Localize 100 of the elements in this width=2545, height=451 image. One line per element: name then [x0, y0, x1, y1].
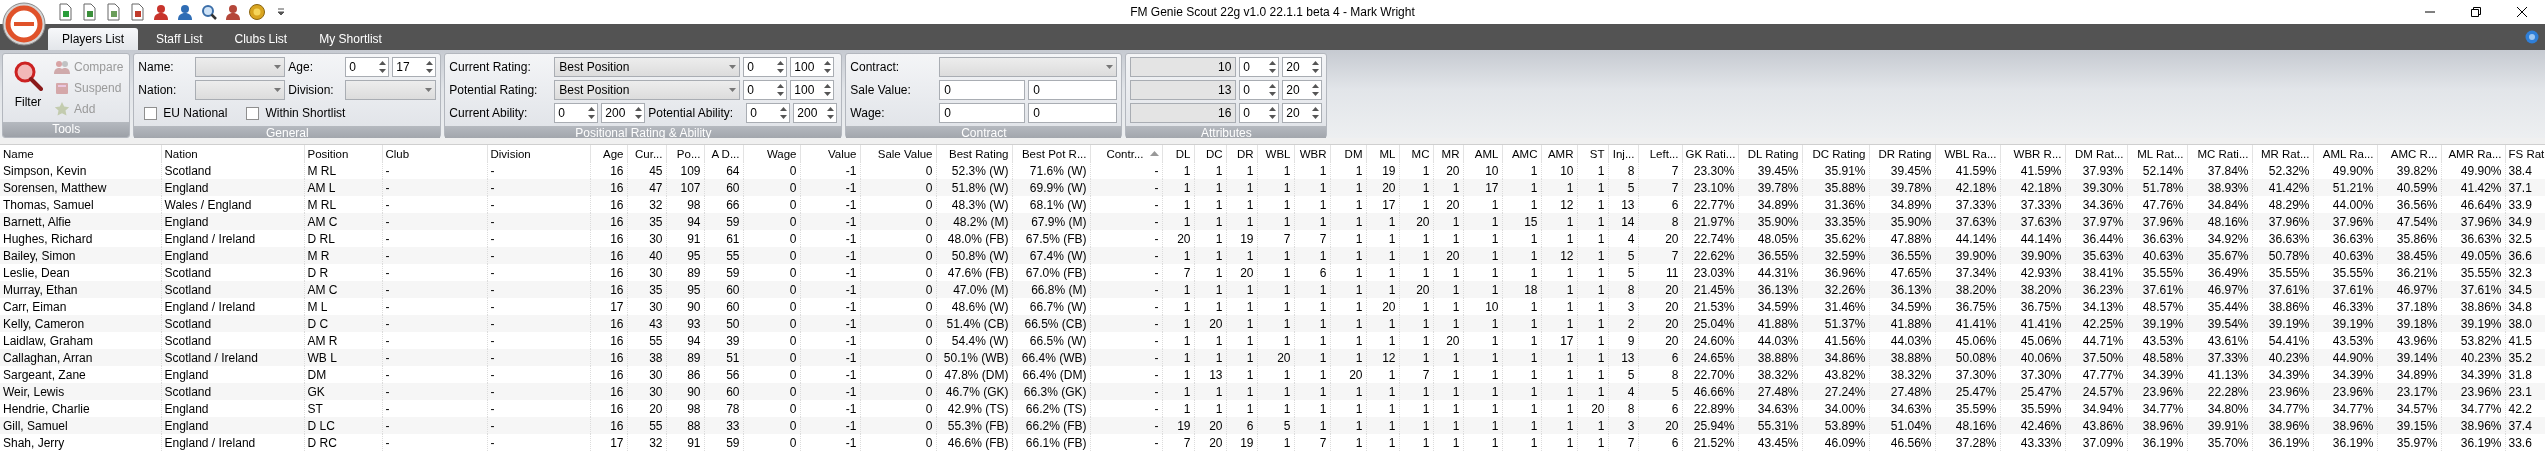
column-header[interactable]: Position	[304, 145, 382, 162]
column-header[interactable]: ML Rat...	[2127, 145, 2187, 162]
column-header[interactable]: Sale Value	[860, 145, 936, 162]
number-spinner[interactable]: 0	[345, 57, 390, 77]
dropdown-field[interactable]	[345, 80, 437, 100]
column-header[interactable]: ML	[1366, 145, 1399, 162]
column-header[interactable]: WBL Ra...	[1935, 145, 2000, 162]
attribute-field[interactable]: 16	[1130, 103, 1237, 123]
column-header[interactable]: MR	[1433, 145, 1463, 162]
tab[interactable]: Clubs List	[220, 28, 302, 50]
column-header[interactable]: WBR	[1294, 145, 1330, 162]
column-header[interactable]: Wage	[743, 145, 800, 162]
dropdown-field[interactable]: Best Position	[554, 57, 741, 77]
column-header[interactable]: Club	[382, 145, 487, 162]
dropdown-field[interactable]	[195, 57, 286, 77]
column-header[interactable]: Left...	[1638, 145, 1682, 162]
column-header[interactable]: DM	[1330, 145, 1366, 162]
document-icon[interactable]	[56, 3, 74, 21]
table-cell: 19	[1226, 434, 1257, 451]
checkbox[interactable]	[246, 106, 260, 120]
column-header[interactable]: DM Rat...	[2065, 145, 2127, 162]
column-header[interactable]: Division	[487, 145, 590, 162]
help-icon[interactable]	[2525, 30, 2539, 44]
attribute-field[interactable]: 13	[1130, 80, 1237, 100]
column-header[interactable]: DL Rating	[1738, 145, 1802, 162]
column-header[interactable]: AMR	[1541, 145, 1577, 162]
document-icon[interactable]	[80, 3, 98, 21]
column-header[interactable]: Age	[590, 145, 627, 162]
document-icon[interactable]	[128, 3, 146, 21]
column-header[interactable]: AML Ra...	[2313, 145, 2377, 162]
column-header[interactable]: AMR Ra...	[2441, 145, 2505, 162]
column-header[interactable]: WBL	[1257, 145, 1294, 162]
tab[interactable]: Staff List	[142, 28, 217, 50]
table-cell: -	[382, 434, 487, 451]
table-cell: 46.09%	[1802, 434, 1869, 451]
dropdown-field[interactable]	[939, 57, 1118, 77]
column-header[interactable]: Name	[0, 145, 161, 162]
document-icon[interactable]	[104, 3, 122, 21]
column-header[interactable]: ST	[1577, 145, 1608, 162]
number-spinner[interactable]: 0	[743, 57, 788, 77]
number-spinner[interactable]: 20	[1282, 103, 1323, 123]
column-header[interactable]: DR	[1226, 145, 1257, 162]
number-spinner[interactable]: 200	[601, 103, 646, 123]
number-spinner[interactable]: 0	[1239, 103, 1280, 123]
column-header[interactable]: Inj...	[1608, 145, 1638, 162]
checkbox[interactable]	[144, 106, 158, 120]
filter-button[interactable]: Filter	[7, 57, 49, 119]
column-header[interactable]: Po...	[666, 145, 704, 162]
dropdown-field[interactable]	[195, 80, 286, 100]
number-spinner[interactable]: 0	[1239, 57, 1280, 77]
column-header[interactable]: Contr...	[1090, 145, 1162, 162]
table-cell: D RC	[304, 434, 382, 451]
magnifier-icon[interactable]	[200, 3, 218, 21]
column-header[interactable]: DC	[1194, 145, 1226, 162]
dropdown-field[interactable]: Best Position	[554, 80, 741, 100]
number-spinner[interactable]: 20	[1282, 57, 1323, 77]
restore-icon[interactable]	[2471, 7, 2481, 17]
column-header[interactable]: AMC	[1502, 145, 1541, 162]
number-spinner[interactable]: 100	[790, 80, 835, 100]
number-spinner[interactable]: 100	[790, 57, 835, 77]
column-header[interactable]: DL	[1162, 145, 1194, 162]
column-header[interactable]: A D...	[704, 145, 743, 162]
person-icon[interactable]	[152, 3, 170, 21]
number-spinner[interactable]: 0	[1239, 80, 1280, 100]
badge-icon[interactable]	[248, 3, 266, 21]
column-header[interactable]: GK Rati...	[1682, 145, 1738, 162]
column-header[interactable]: MC Rati...	[2187, 145, 2252, 162]
column-header[interactable]: Nation	[161, 145, 304, 162]
spin-arrows-icon	[1268, 82, 1278, 98]
column-header[interactable]: AML	[1463, 145, 1502, 162]
caret-icon	[729, 65, 737, 69]
person-icon[interactable]	[176, 3, 194, 21]
person-icon[interactable]	[224, 3, 242, 21]
number-spinner[interactable]: 0	[746, 103, 791, 123]
logo[interactable]	[2, 2, 46, 46]
column-header[interactable]: Cur...	[627, 145, 666, 162]
column-header[interactable]: AMC R...	[2377, 145, 2441, 162]
number-spinner[interactable]: 200	[793, 103, 838, 123]
number-spinner[interactable]: 0	[554, 103, 599, 123]
number-field[interactable]: 0	[939, 103, 1026, 123]
field-label: Contract:	[850, 60, 901, 74]
column-header[interactable]: MR Rat...	[2252, 145, 2313, 162]
number-spinner[interactable]: 20	[1282, 80, 1323, 100]
tab[interactable]: Players List	[48, 28, 139, 50]
number-field[interactable]: 0	[1028, 103, 1118, 123]
column-header[interactable]: DC Rating	[1802, 145, 1869, 162]
tab[interactable]: My Shortlist	[305, 28, 396, 50]
number-spinner[interactable]: 0	[743, 80, 788, 100]
column-header[interactable]: Best Rating	[936, 145, 1012, 162]
attribute-field[interactable]: 10	[1130, 57, 1237, 77]
close-icon[interactable]	[2517, 7, 2527, 17]
column-header[interactable]: MC	[1399, 145, 1433, 162]
number-field[interactable]: 0	[1028, 80, 1118, 100]
column-header[interactable]: WBR R...	[2000, 145, 2065, 162]
column-header[interactable]: Value	[800, 145, 860, 162]
column-header[interactable]: Best Pot R...	[1012, 145, 1090, 162]
column-header[interactable]: DR Rating	[1869, 145, 1935, 162]
number-field[interactable]: 0	[939, 80, 1026, 100]
spin-arrows-icon	[826, 105, 836, 121]
number-spinner[interactable]: 17	[392, 57, 437, 77]
